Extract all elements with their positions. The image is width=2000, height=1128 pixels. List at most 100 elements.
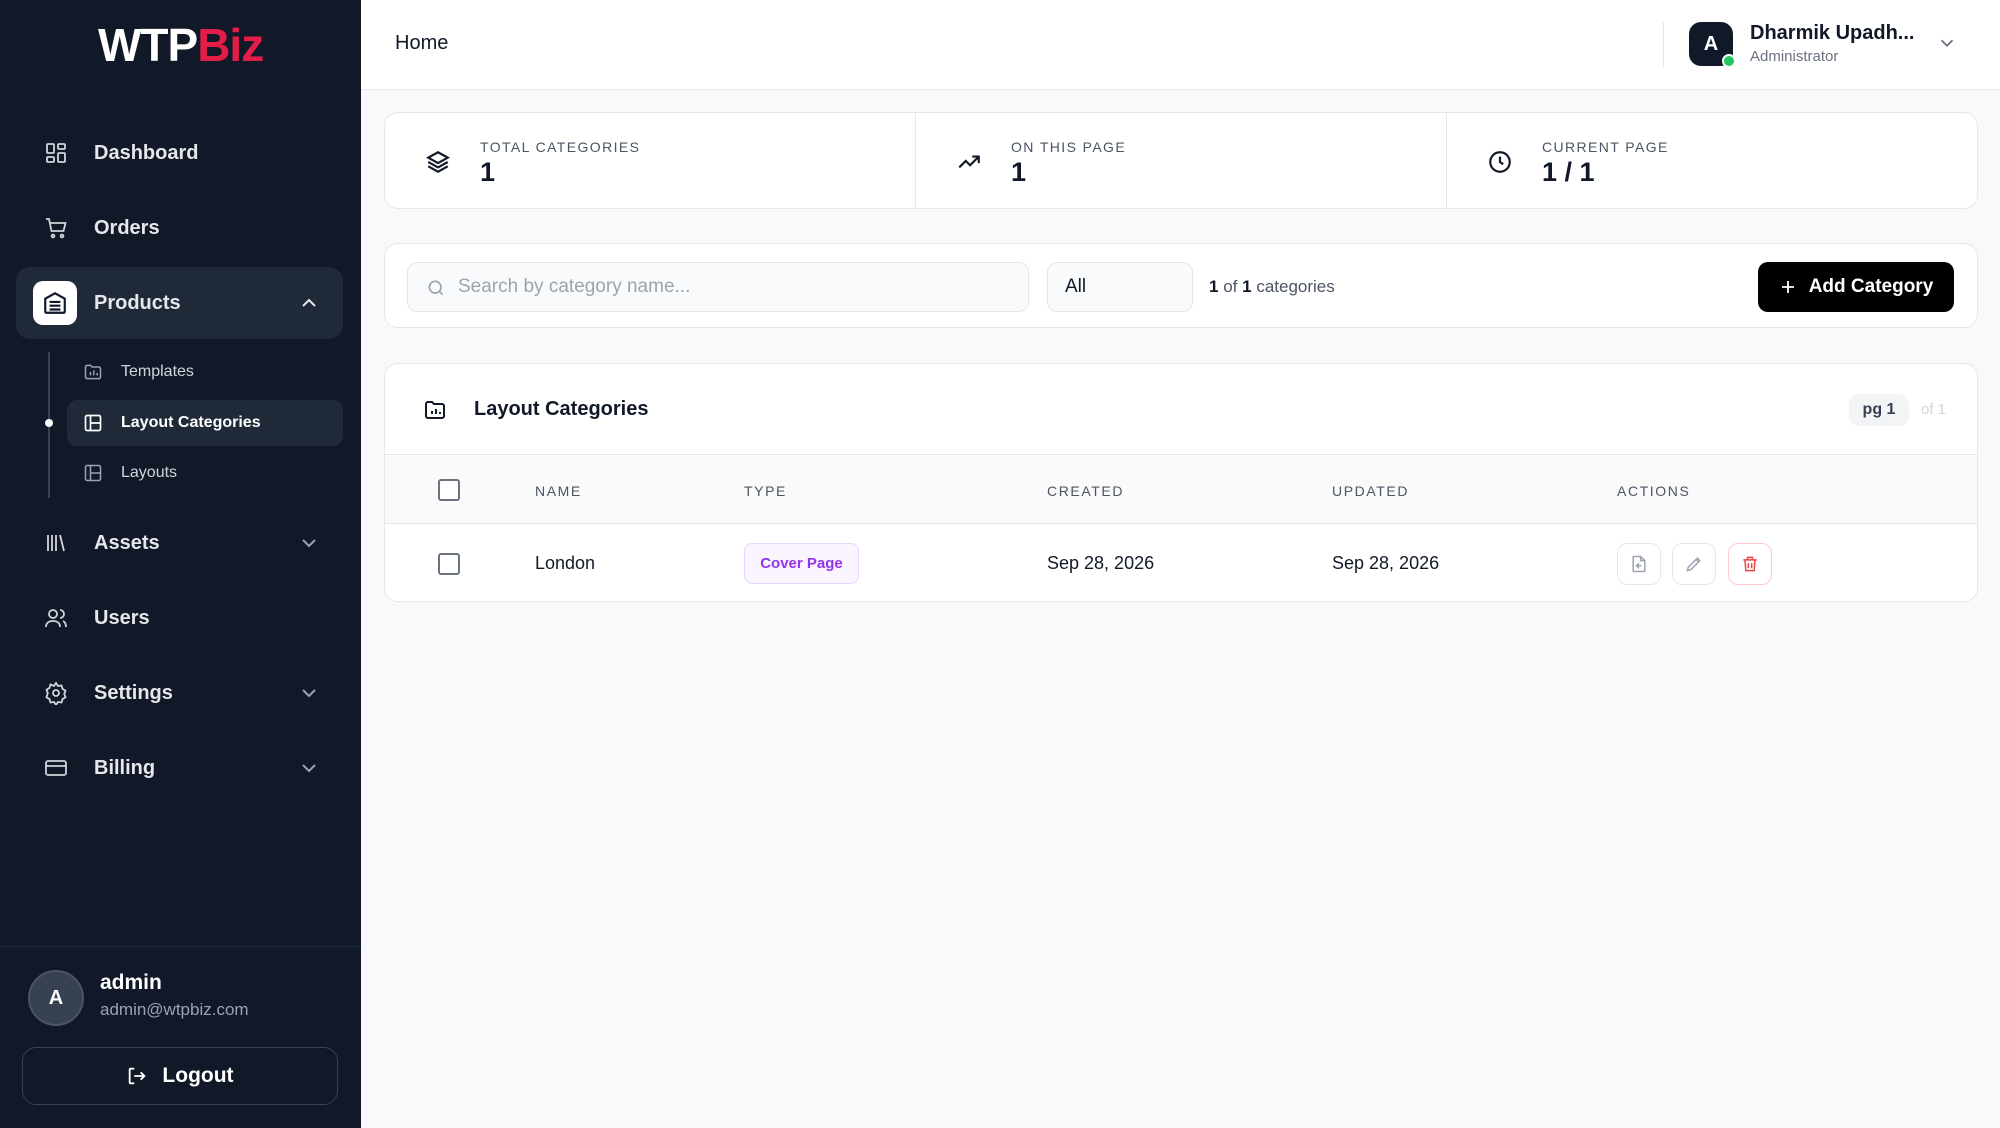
dashboard-grid-icon [42, 139, 70, 167]
select-all-checkbox[interactable] [438, 479, 460, 501]
page-total: of 1 [1921, 401, 1947, 418]
sidebar-item-orders[interactable]: Orders [16, 192, 343, 264]
sidebar-item-label: Billing [94, 756, 156, 779]
add-category-button[interactable]: Add Category [1758, 262, 1954, 312]
result-count: 1 of 1 categories [1209, 277, 1335, 297]
chevron-down-icon [302, 764, 316, 773]
sidebar-item-label: Products [94, 291, 181, 314]
sidebar-item-dashboard[interactable]: Dashboard [16, 117, 343, 189]
page-indicator: pg 1 [1849, 394, 1909, 426]
logout-button[interactable]: Logout [22, 1047, 338, 1105]
plus-icon [1781, 281, 1794, 293]
gear-icon [42, 679, 70, 707]
sidebar-subitem-templates[interactable]: Templates [67, 349, 343, 395]
stat-value: 1 [480, 157, 496, 187]
sidebar-subitem-label: Templates [121, 363, 194, 380]
template-icon [83, 361, 105, 383]
sidebar-item-billing[interactable]: Billing [16, 732, 343, 804]
search-input[interactable] [458, 263, 1018, 311]
table-header: NAME TYPE CREATED UPDATED ACTIONS [385, 456, 1977, 524]
chevron-down-icon[interactable] [1936, 32, 1958, 54]
sidebar-item-label: Assets [94, 531, 160, 554]
trending-up-icon [958, 155, 980, 169]
categories-table-card: Layout Categories pg 1 of 1 NAME TYPE CR… [384, 363, 1978, 602]
breadcrumb[interactable]: Home [395, 32, 448, 55]
trash-icon [1743, 556, 1757, 572]
sidebar-item-label: Dashboard [94, 141, 199, 164]
brand-logo[interactable]: WTPBiz [98, 18, 264, 72]
row-checkbox[interactable] [438, 553, 460, 575]
sidebar-item-settings[interactable]: Settings [16, 657, 343, 729]
type-filter-select[interactable]: All [1047, 262, 1193, 312]
duplicate-button[interactable] [1617, 543, 1661, 585]
chevron-down-icon [302, 689, 316, 698]
column-header-type[interactable]: TYPE [744, 483, 787, 499]
layout-icon [83, 412, 105, 434]
result-count-suffix: categories [1256, 277, 1335, 296]
online-status-dot [1722, 54, 1736, 68]
avatar[interactable]: A [28, 970, 84, 1026]
stat-current-page: CURRENT PAGE 1 / 1 [1447, 113, 1977, 208]
stats-panel: TOTAL CATEGORIES 1 ON THIS PAGE 1 CURREN… [384, 112, 1978, 209]
filter-toolbar: All 1 of 1 categories Add Category [384, 243, 1978, 328]
result-count-total: 1 [1242, 277, 1252, 296]
library-icon [42, 529, 70, 557]
stat-value: 1 / 1 [1542, 157, 1595, 187]
sidebar-item-label: Orders [94, 216, 160, 239]
pencil-icon [1686, 557, 1701, 572]
sidebar-subitem-layout-categories[interactable]: Layout Categories [67, 400, 343, 446]
stat-label: CURRENT PAGE [1542, 139, 1669, 155]
row-name: London [535, 553, 596, 573]
file-copy-icon [1632, 555, 1646, 573]
layers-icon [426, 151, 450, 173]
account-email: admin@wtpbiz.com [100, 1000, 249, 1019]
sidebar-subitem-layouts[interactable]: Layouts [67, 450, 343, 496]
chevron-down-icon [302, 539, 316, 548]
layout-icon [83, 462, 105, 484]
column-header-name[interactable]: NAME [535, 483, 582, 499]
search-icon [428, 280, 444, 296]
account-name: admin [100, 971, 162, 994]
sidebar-item-users[interactable]: Users [16, 582, 343, 654]
sidebar-item-products[interactable]: Products [16, 267, 343, 339]
edit-button[interactable] [1672, 543, 1716, 585]
sidebar-item-label: Users [94, 606, 150, 629]
search-box [407, 262, 1029, 312]
column-header-created[interactable]: CREATED [1047, 483, 1124, 499]
result-count-of: of [1223, 277, 1238, 296]
column-header-updated[interactable]: UPDATED [1332, 483, 1409, 499]
sidebar-item-label: Settings [94, 681, 173, 704]
stat-total-categories: TOTAL CATEGORIES 1 [385, 113, 916, 208]
stat-value: 1 [1011, 157, 1027, 187]
logout-icon [129, 1067, 147, 1085]
brand-logo-part1: WTP [98, 19, 198, 71]
user-name[interactable]: Dharmik Upadh... [1750, 22, 1914, 45]
sidebar: WTPBiz Dashboard Orders Products Templat… [0, 0, 361, 1128]
sidebar-item-assets[interactable]: Assets [16, 507, 343, 579]
stat-label: TOTAL CATEGORIES [480, 139, 641, 155]
delete-button[interactable] [1728, 543, 1772, 585]
current-subitem-dot [45, 419, 53, 427]
sidebar-subitem-label: Layouts [121, 464, 178, 481]
credit-card-icon [42, 754, 70, 782]
header-divider [1663, 22, 1664, 68]
stat-label: ON THIS PAGE [1011, 139, 1127, 155]
sidebar-divider [0, 946, 361, 947]
chevron-up-icon [302, 298, 316, 307]
users-icon [42, 604, 70, 632]
table-row[interactable]: London Cover Page Sep 28, 2026 Sep 28, 2… [385, 525, 1977, 601]
top-header: Home A Dharmik Upadh... Administrator [361, 0, 2000, 90]
products-icon [33, 281, 77, 325]
sidebar-subitem-label: Layout Categories [121, 414, 261, 431]
user-role: Administrator [1750, 48, 1839, 65]
result-count-shown: 1 [1209, 277, 1219, 296]
column-header-actions: ACTIONS [1617, 483, 1691, 499]
brand-logo-part2: Biz [197, 19, 264, 71]
row-created-date: Sep 28, 2026 [1047, 553, 1155, 573]
type-badge: Cover Page [744, 543, 859, 584]
add-category-label: Add Category [1808, 276, 1934, 297]
table-title: Layout Categories [474, 398, 649, 420]
clock-icon [1489, 151, 1511, 173]
stat-on-this-page: ON THIS PAGE 1 [916, 113, 1447, 208]
card-header: Layout Categories pg 1 of 1 [385, 364, 1977, 455]
